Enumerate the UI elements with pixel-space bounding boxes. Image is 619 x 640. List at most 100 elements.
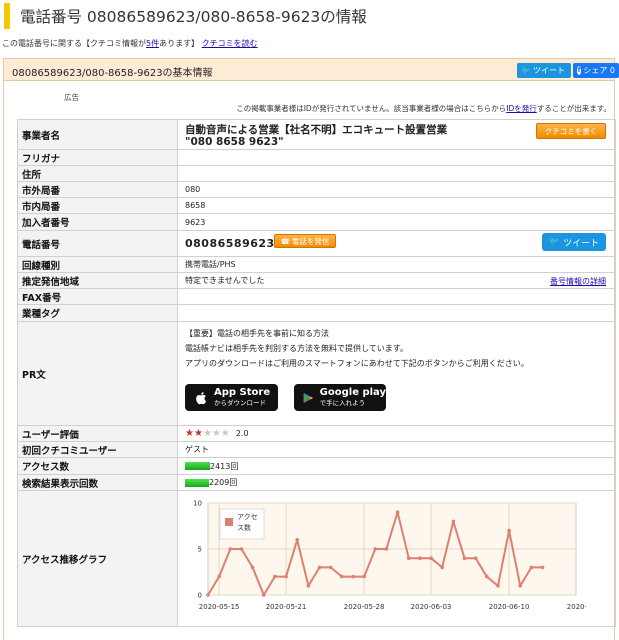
section-header: 08086589623/080-8658-9623の基本情報 🐦 ツイート f …	[4, 59, 619, 81]
user-rating-label: ユーザー評価	[17, 425, 178, 442]
user-rating-cell: ★★★★★ 2.0	[177, 425, 616, 442]
chart-point	[217, 574, 221, 579]
access-graph-label: アクセス推移グラフ	[17, 490, 178, 627]
chart-point	[261, 593, 266, 597]
chart-point	[250, 565, 255, 570]
google-play-button[interactable]: Google play で手に入れよう	[294, 384, 386, 411]
tweet-share-button[interactable]: 🐦 ツイート	[517, 63, 571, 78]
access-chart-svg: 0 5 10 2020-05-15 2020-05-21 2020-05-28 2020-0…	[193, 500, 607, 612]
chart-point	[273, 574, 277, 579]
number-detail-link[interactable]: 番号情報の詳細	[550, 276, 606, 287]
phone-icon: ☎	[280, 236, 290, 246]
business-name-cell: 自動音声による営業【社名不明】エコキュート設置営業 "080 8658 9623…	[177, 119, 616, 150]
chart-point	[395, 510, 400, 514]
industry-tag-label: 業種タグ	[17, 304, 178, 322]
search-count-label: 検索結果表示回数	[17, 474, 178, 491]
ad-label: 広告	[64, 93, 79, 102]
pr-line: 【重要】電話の相手先を事前に知る方法	[185, 329, 329, 338]
fax-value	[177, 288, 616, 305]
call-button-label: 電話を発信	[291, 236, 330, 246]
access-meter-wrap: 2413回	[185, 461, 615, 472]
subscriber-number-label: 加入者番号	[17, 213, 178, 231]
chart-point	[496, 584, 500, 588]
google-play-main-label: Google play	[319, 386, 386, 398]
table-row: ユーザー評価 ★★★★★ 2.0	[17, 425, 616, 442]
tweet-button[interactable]: 🐦 ツイート	[542, 233, 606, 251]
business-name-label: 事業者名	[17, 119, 178, 150]
page-header: 電話番号 08086589623/080-8658-9623の情報	[0, 0, 619, 32]
chart-point	[328, 565, 333, 570]
access-count-label: アクセス数	[17, 457, 178, 475]
chart-y-tick-label: 0	[198, 592, 202, 600]
furigana-label: フリガナ	[17, 149, 178, 166]
chart-point	[206, 593, 210, 597]
chart-point	[529, 565, 534, 570]
access-chart: 0 5 10 2020-05-15 2020-05-21 2020-05-28 2020-0…	[186, 497, 607, 621]
review-count-link[interactable]: 5件	[146, 39, 159, 48]
rating-stars: ★★★★★	[185, 428, 230, 439]
chart-point	[429, 556, 433, 560]
local-code-label: 市内局番	[17, 197, 178, 214]
chart-point	[451, 519, 456, 524]
chart-point	[373, 547, 378, 551]
chart-point	[362, 574, 366, 579]
origin-area-value: 特定できませんでした	[185, 276, 265, 285]
app-store-sub-label: からダウンロード	[214, 398, 266, 407]
app-store-button[interactable]: App Store からダウンロード	[185, 384, 278, 411]
chart-point	[317, 565, 322, 570]
chart-point	[228, 547, 233, 551]
google-play-icon	[303, 392, 314, 403]
local-code-value: 8658	[177, 197, 616, 214]
search-count-bar	[185, 478, 209, 487]
table-row: フリガナ	[17, 149, 616, 166]
pr-label: PR文	[17, 321, 178, 426]
subscriber-number-value: 9623	[177, 213, 616, 231]
access-count-bar	[185, 462, 210, 470]
table-row: 市内局番 8658	[17, 197, 616, 214]
section-title: 08086589623/080-8658-9623の基本情報	[12, 68, 213, 79]
chart-point	[507, 528, 511, 533]
issue-id-link[interactable]: IDを発行	[506, 104, 537, 113]
table-row: 初回クチコミユーザー ゲスト	[17, 441, 616, 458]
call-button[interactable]: ☎ 電話を発信	[274, 234, 336, 248]
phone-number-cell: 08086589623 ☎ 電話を発信 🐦 ツイート	[177, 230, 616, 257]
chart-point	[484, 574, 489, 579]
pr-line: アプリのダウンロードはご利用のスマートフォンにあわせて下記のボタンからご利用くだ…	[185, 359, 529, 368]
chart-point	[540, 565, 545, 570]
industry-tag-value	[177, 304, 616, 322]
table-row: PR文 【重要】電話の相手先を事前に知る方法 電話帳ナビは相手先を判別する方法を…	[17, 321, 616, 426]
review-info-suffix: あります】	[159, 39, 200, 48]
access-count-cell: 2413回	[177, 457, 616, 475]
area-code-label: 市外局番	[17, 181, 178, 198]
pr-cell: 【重要】電話の相手先を事前に知る方法 電話帳ナビは相手先を判別する方法を無料で提…	[177, 321, 616, 426]
star-icon: ★	[220, 428, 230, 439]
table-row: 加入者番号 9623	[17, 213, 616, 231]
chart-legend-swatch	[225, 518, 233, 526]
star-icon: ★	[193, 428, 203, 439]
facebook-share-button[interactable]: f シェア 0	[573, 63, 619, 78]
search-meter-wrap: 2209回	[185, 477, 615, 488]
facebook-icon: f	[577, 66, 582, 75]
line-type-label: 回線種別	[17, 256, 178, 273]
table-row: 住所	[17, 165, 616, 182]
twitter-bird-icon: 🐦	[521, 66, 531, 75]
chart-point	[462, 556, 467, 560]
star-icon: ★	[211, 428, 221, 439]
chart-point	[284, 574, 288, 579]
search-count-cell: 2209回	[177, 474, 616, 491]
first-reviewer-value: ゲスト	[177, 441, 616, 458]
table-row: FAX番号	[17, 288, 616, 305]
table-row: 市外局番 080	[17, 181, 616, 198]
apple-icon	[196, 391, 206, 404]
id-note-suffix: することが出来ます。	[536, 104, 611, 113]
info-table: 事業者名 自動音声による営業【社名不明】エコキュート設置営業 "080 8658…	[17, 119, 616, 627]
chart-point	[406, 556, 411, 560]
read-reviews-link[interactable]: クチコミを読む	[202, 39, 258, 48]
phone-number-value: 08086589623	[185, 237, 275, 250]
write-review-button[interactable]: クチコミを書く	[536, 123, 606, 139]
chart-point	[473, 556, 478, 560]
star-icon: ★	[185, 428, 194, 439]
phone-number-label: 電話番号	[17, 230, 178, 257]
chart-x-tick-label: 2020-05-15	[199, 603, 240, 611]
review-info-line: この電話番号に関する【クチコミ情報が5件あります】 クチコミを読む	[2, 38, 258, 49]
